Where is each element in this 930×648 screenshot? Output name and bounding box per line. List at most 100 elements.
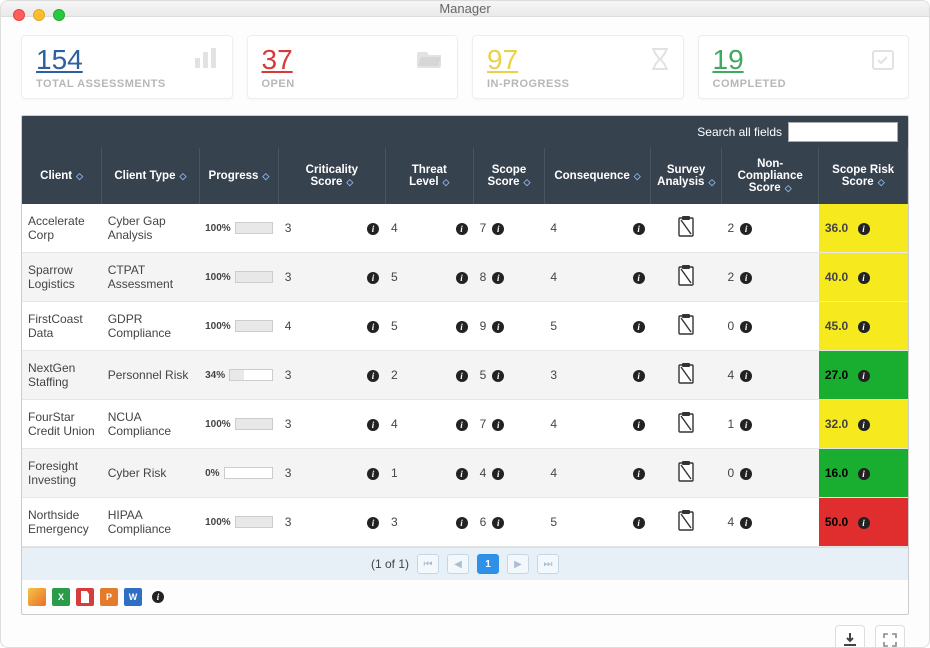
info-icon[interactable]: i: [456, 370, 468, 382]
info-icon[interactable]: i: [456, 272, 468, 284]
card-open[interactable]: 37 OPEN: [247, 35, 459, 99]
info-icon[interactable]: i: [858, 321, 870, 333]
clipboard-icon[interactable]: [677, 363, 695, 385]
col-client[interactable]: Client◇: [22, 148, 102, 204]
cell-progress: 100%: [199, 302, 279, 351]
info-icon[interactable]: i: [740, 370, 752, 382]
col-scope-risk-score[interactable]: Scope Risk Score◇: [819, 148, 908, 204]
page-last-button[interactable]: ⏭: [537, 554, 559, 574]
info-icon[interactable]: i: [858, 272, 870, 284]
info-icon[interactable]: i: [456, 419, 468, 431]
info-icon[interactable]: i: [367, 272, 379, 284]
download-button[interactable]: [835, 625, 865, 648]
info-icon[interactable]: i: [633, 517, 645, 529]
sort-icon[interactable]: ◇: [785, 183, 792, 193]
info-icon[interactable]: i: [367, 468, 379, 480]
page-prev-button[interactable]: ◀: [447, 554, 469, 574]
info-icon[interactable]: i: [492, 517, 504, 529]
info-icon[interactable]: i: [633, 272, 645, 284]
clipboard-icon[interactable]: [677, 265, 695, 287]
info-icon[interactable]: i: [858, 419, 870, 431]
cell-risk: 40.0 i: [819, 253, 908, 302]
info-icon[interactable]: i: [740, 419, 752, 431]
info-icon[interactable]: i: [456, 223, 468, 235]
col-threat-level[interactable]: Threat Level◇: [385, 148, 474, 204]
info-icon[interactable]: i: [740, 468, 752, 480]
info-icon[interactable]: i: [633, 321, 645, 333]
info-icon[interactable]: i: [456, 468, 468, 480]
clipboard-icon[interactable]: [677, 412, 695, 434]
info-icon[interactable]: i: [367, 223, 379, 235]
page-first-button[interactable]: ⏮: [417, 554, 439, 574]
info-icon[interactable]: i: [456, 517, 468, 529]
cell-client: FirstCoast Data: [22, 302, 102, 351]
page-next-button[interactable]: ▶: [507, 554, 529, 574]
sort-icon[interactable]: ◇: [634, 171, 641, 181]
info-icon[interactable]: i: [456, 321, 468, 333]
clipboard-icon[interactable]: [677, 216, 695, 238]
info-icon[interactable]: i: [633, 223, 645, 235]
info-icon[interactable]: i: [858, 370, 870, 382]
info-icon[interactable]: i: [740, 321, 752, 333]
sort-icon[interactable]: ◇: [262, 171, 269, 181]
sort-icon[interactable]: ◇: [443, 177, 450, 187]
cell-type: Personnel Risk: [102, 351, 199, 400]
info-icon[interactable]: i: [633, 419, 645, 431]
info-icon[interactable]: i: [492, 370, 504, 382]
sort-icon[interactable]: ◇: [708, 177, 715, 187]
clipboard-icon[interactable]: [677, 314, 695, 336]
zoom-window-button[interactable]: [53, 9, 65, 21]
close-window-button[interactable]: [13, 9, 25, 21]
info-icon[interactable]: i: [740, 223, 752, 235]
info-icon[interactable]: i: [367, 370, 379, 382]
sort-icon[interactable]: ◇: [179, 171, 186, 181]
cell-survey: [651, 400, 722, 449]
info-icon[interactable]: i: [492, 272, 504, 284]
export-info-icon[interactable]: i: [152, 591, 164, 603]
col-client-type[interactable]: Client Type◇: [102, 148, 199, 204]
info-icon[interactable]: i: [633, 370, 645, 382]
info-icon[interactable]: i: [492, 468, 504, 480]
export-ppt-button[interactable]: P: [100, 588, 118, 606]
card-total-assessments[interactable]: 154 TOTAL ASSESSMENTS: [21, 35, 233, 99]
info-icon[interactable]: i: [367, 321, 379, 333]
sort-icon[interactable]: ◇: [878, 177, 885, 187]
clipboard-icon[interactable]: [677, 510, 695, 532]
info-icon[interactable]: i: [858, 468, 870, 480]
info-icon[interactable]: i: [858, 517, 870, 529]
cell-client: FourStar Credit Union: [22, 400, 102, 449]
cell-threat: 4i: [385, 204, 474, 253]
page-current[interactable]: 1: [477, 554, 499, 574]
col-progress[interactable]: Progress◇: [199, 148, 279, 204]
cell-criticality: 3i: [279, 449, 385, 498]
col-consequence[interactable]: Consequence◇: [544, 148, 650, 204]
export-word-button[interactable]: W: [124, 588, 142, 606]
info-icon[interactable]: i: [740, 517, 752, 529]
sort-icon[interactable]: ◇: [524, 177, 531, 187]
sort-icon[interactable]: ◇: [346, 177, 353, 187]
col-scope-score[interactable]: Scope Score◇: [474, 148, 545, 204]
card-completed[interactable]: 19 COMPLETED: [698, 35, 910, 99]
bar-chart-icon: [194, 48, 218, 71]
info-icon[interactable]: i: [740, 272, 752, 284]
cell-scope: 6i: [474, 498, 545, 547]
fullscreen-button[interactable]: [875, 625, 905, 648]
info-icon[interactable]: i: [858, 223, 870, 235]
export-excel-button[interactable]: X: [52, 588, 70, 606]
export-chart-button[interactable]: [28, 588, 46, 606]
export-pdf-button[interactable]: [76, 588, 94, 606]
search-input[interactable]: [788, 122, 898, 142]
col-criticality-score[interactable]: Criticality Score◇: [279, 148, 385, 204]
info-icon[interactable]: i: [633, 468, 645, 480]
clipboard-icon[interactable]: [677, 461, 695, 483]
info-icon[interactable]: i: [367, 419, 379, 431]
info-icon[interactable]: i: [367, 517, 379, 529]
sort-icon[interactable]: ◇: [76, 171, 83, 181]
card-in-progress[interactable]: 97 IN-PROGRESS: [472, 35, 684, 99]
col-non-compliance-score[interactable]: Non-Compliance Score◇: [721, 148, 818, 204]
minimize-window-button[interactable]: [33, 9, 45, 21]
info-icon[interactable]: i: [492, 223, 504, 235]
info-icon[interactable]: i: [492, 419, 504, 431]
col-survey-analysis[interactable]: Survey Analysis◇: [651, 148, 722, 204]
info-icon[interactable]: i: [492, 321, 504, 333]
